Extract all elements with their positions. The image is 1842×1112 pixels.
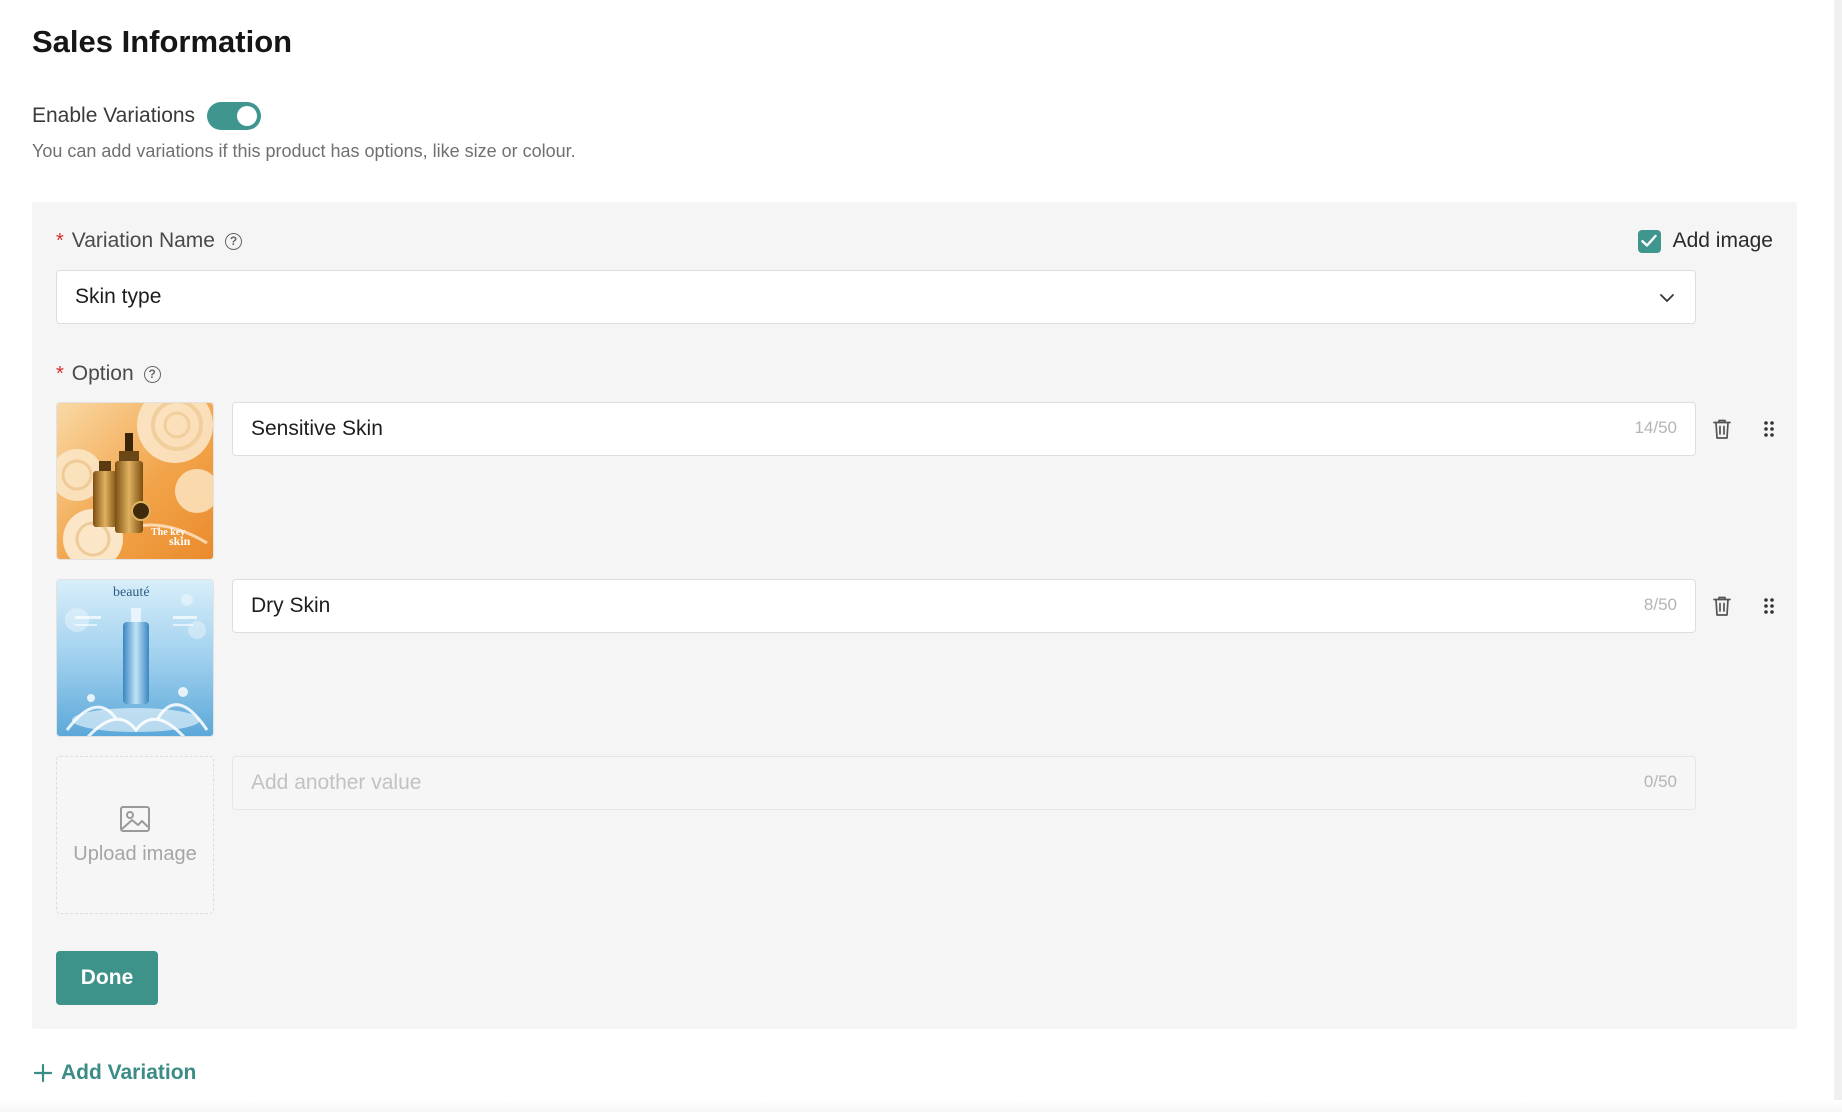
drag-handle[interactable] [1756, 591, 1782, 621]
option-label-text: Option [71, 362, 134, 385]
help-icon[interactable]: ? [224, 232, 242, 250]
help-icon[interactable]: ? [143, 365, 161, 383]
required-asterisk-icon: * [56, 362, 64, 385]
option-image-thumbnail[interactable]: The key skin [56, 402, 214, 560]
variation-name-label: * Variation Name ? [56, 229, 242, 253]
toggle-knob [237, 106, 258, 126]
enable-variations-hint: You can add variations if this product h… [32, 141, 576, 161]
variation-name-select[interactable]: Skin type [56, 270, 1696, 324]
option-char-counter: 0/50 [1643, 772, 1677, 791]
new-option-row: Upload image Add another value 0/50 [56, 756, 1796, 914]
upload-image-label: Upload image [73, 842, 197, 865]
checkmark-icon [1641, 234, 1657, 247]
sales-information-page: Sales Information Enable Variations You … [0, 0, 1842, 1112]
upload-image-button[interactable]: Upload image [56, 756, 214, 914]
drag-handle[interactable] [1756, 414, 1782, 444]
chevron-down-icon [1660, 294, 1674, 302]
image-placeholder-icon [120, 805, 150, 832]
delete-option-button[interactable] [1709, 591, 1735, 621]
trash-icon [1713, 419, 1731, 439]
variation-name-label-text: Variation Name [71, 229, 215, 252]
skincare-product-image: The key skin [57, 403, 213, 559]
drag-handle-icon [1764, 598, 1774, 614]
add-option-placeholder: Add another value [251, 771, 422, 794]
enable-variations-row: Enable Variations [32, 102, 262, 130]
delete-option-button[interactable] [1709, 414, 1735, 444]
enable-variations-label: Enable Variations [32, 104, 196, 127]
option-char-counter: 8/50 [1643, 595, 1677, 614]
option-image-thumbnail[interactable]: beauté [56, 579, 214, 737]
add-image-checkbox[interactable] [1637, 229, 1661, 253]
add-option-input[interactable]: Add another value 0/50 [232, 756, 1696, 810]
svg-text:skin: skin [169, 534, 191, 548]
add-image-checkbox-row[interactable]: Add image [1637, 229, 1773, 253]
serum-product-image: beauté [57, 580, 213, 736]
section-title: Sales Information [32, 24, 293, 59]
add-variation-label: Add Variation [61, 1061, 197, 1084]
required-asterisk-icon: * [56, 229, 64, 252]
drag-handle-icon [1764, 421, 1774, 437]
plus-icon [33, 1063, 53, 1083]
option-value-input[interactable]: Sensitive Skin 14/50 [232, 402, 1696, 456]
add-variation-button[interactable]: Add Variation [33, 1061, 196, 1085]
svg-text:beauté: beauté [113, 585, 150, 600]
option-char-counter: 14/50 [1634, 418, 1677, 437]
enable-variations-toggle[interactable] [207, 102, 262, 130]
option-value-text: Sensitive Skin [251, 417, 383, 440]
option-label: * Option ? [56, 362, 161, 386]
page-scroll-edge [1834, 0, 1842, 1112]
variation-panel: * Variation Name ? Add image Skin type *… [32, 202, 1797, 1029]
add-image-label: Add image [1672, 229, 1773, 252]
done-button[interactable]: Done [56, 951, 158, 1005]
trash-icon [1713, 596, 1731, 616]
option-value-input[interactable]: Dry Skin 8/50 [232, 579, 1696, 633]
page-bottom-fade [0, 1100, 1842, 1112]
variation-name-value: Skin type [75, 285, 162, 308]
option-row: beauté Dry Skin 8/50 [56, 579, 1796, 737]
option-row: The key skin Sensitive Skin 14/50 [56, 402, 1796, 560]
option-value-text: Dry Skin [251, 594, 331, 617]
